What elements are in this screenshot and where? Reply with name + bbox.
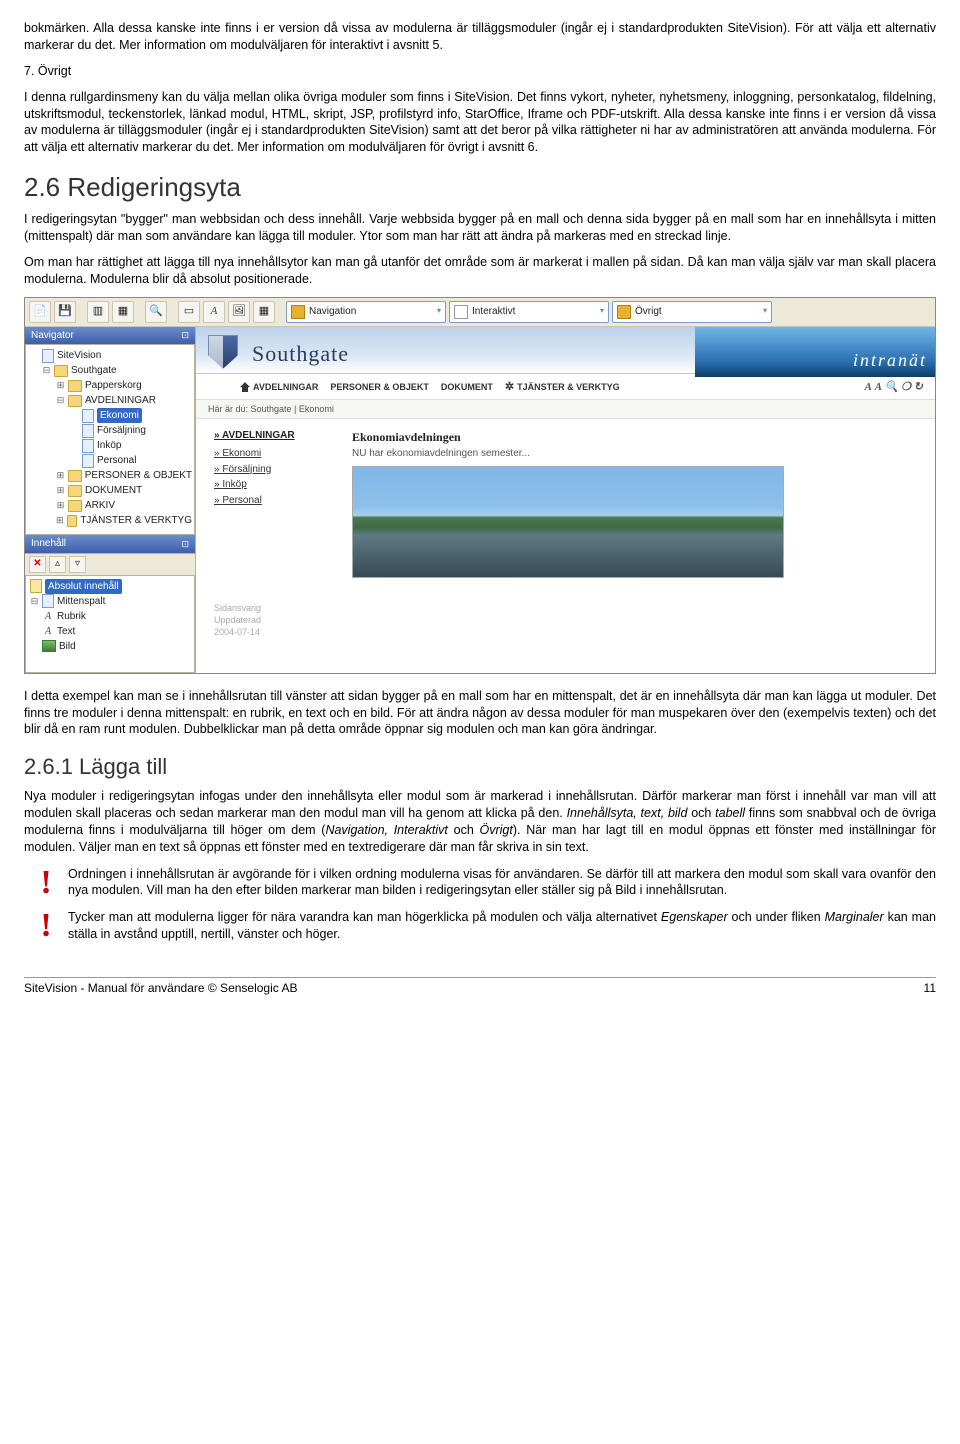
text-button[interactable]: A [203, 301, 225, 323]
home-icon [240, 382, 250, 392]
text-a-icon: A [42, 609, 54, 624]
dropdown-label: Interaktivt [472, 305, 515, 319]
page-subtext: NU har ekonomiavdelningen semester... [352, 447, 923, 461]
menu-item[interactable]: Inköp [214, 477, 334, 493]
heading-2-6-1: 2.6.1 Lägga till [24, 752, 936, 782]
interactive-dropdown[interactable]: Interaktivt ▾ [449, 301, 609, 323]
folder-icon [68, 395, 82, 407]
dropdown-label: Övrigt [635, 305, 662, 319]
page-icon [82, 424, 94, 438]
tabs-row: AVDELNINGAR PERSONER & OBJEKT DOKUMENT ✲… [196, 374, 935, 399]
site-tree[interactable]: SiteVision ⊟Southgate ⊞Papperskorg ⊟AVDE… [25, 344, 195, 535]
folder-icon [68, 500, 82, 512]
paragraph: bokmärken. Alla dessa kanske inte finns … [24, 20, 936, 54]
layout-icon [42, 594, 54, 608]
main-preview: intranät Southgate AVDELNINGAR PERSONER … [196, 327, 935, 673]
paragraph: I detta exempel kan man se i innehållsru… [24, 688, 936, 739]
menu-item[interactable]: Försäljning [214, 462, 334, 478]
other-icon [617, 305, 631, 319]
navigator-panel-title: Navigator ⊡ [25, 327, 195, 345]
innehall-panel-title: Innehåll ⊡ [25, 535, 195, 553]
add-module-button[interactable]: ▭ [178, 301, 200, 323]
panel-collapse-icon[interactable]: ⊡ [181, 538, 189, 550]
toolbar: 📄 💾 ▥ ▦ 🔍 ▭ A 🖼 ▦ Navigation ▾ Interakti… [25, 298, 935, 327]
page-icon [82, 439, 94, 453]
folder-icon [54, 365, 68, 377]
brand-title: Southgate [252, 339, 349, 369]
folder-icon [68, 470, 82, 482]
menu-heading: » AVDELNINGAR [214, 429, 334, 443]
folder-icon [68, 485, 82, 497]
subheading: 7. Övrigt [24, 63, 936, 80]
new-page-button[interactable]: 📄 [29, 301, 51, 323]
menu-item[interactable]: Ekonomi [214, 446, 334, 462]
page-photo [352, 466, 784, 578]
shield-logo [208, 335, 238, 369]
folder-icon [68, 380, 82, 392]
left-panel: Navigator ⊡ SiteVision ⊟Southgate ⊞Pappe… [25, 327, 196, 673]
gear-icon: ✲ [505, 380, 514, 395]
tab-dokument[interactable]: DOKUMENT [441, 381, 493, 393]
chevron-down-icon: ▾ [753, 306, 767, 317]
side-menu[interactable]: » AVDELNINGAR Ekonomi Försäljning Inköp … [214, 429, 334, 579]
folder-icon [67, 515, 78, 527]
site-icon [42, 349, 54, 363]
table-insert-button[interactable]: ▦ [253, 301, 275, 323]
text-size-controls[interactable]: A A 🔍 ❍ ↻ [865, 380, 923, 395]
editor-screenshot: 📄 💾 ▥ ▦ 🔍 ▭ A 🖼 ▦ Navigation ▾ Interakti… [24, 297, 936, 674]
delete-button[interactable]: ✕ [29, 556, 46, 573]
text-a-icon: A [42, 624, 54, 639]
exclamation-icon: ! [24, 909, 68, 942]
note-text: Ordningen i innehållsrutan är avgörande … [68, 866, 936, 900]
innehall-toolbar: ✕ ▵ ▿ [25, 553, 195, 575]
tab-avdelningar[interactable]: AVDELNINGAR [240, 381, 318, 393]
image-icon [42, 640, 56, 652]
chevron-down-icon: ▾ [590, 306, 604, 317]
page-footer: SiteVision - Manual för användare © Sens… [24, 977, 936, 996]
table-button[interactable]: ▦ [112, 301, 134, 323]
paragraph: I denna rullgardinsmeny kan du välja mel… [24, 89, 936, 157]
tab-personer[interactable]: PERSONER & OBJEKT [330, 381, 429, 393]
page-icon [82, 454, 94, 468]
nav-icon [291, 305, 305, 319]
panel-collapse-icon[interactable]: ⊡ [181, 329, 189, 341]
move-down-button[interactable]: ▿ [69, 556, 86, 573]
layout-button[interactable]: ▥ [87, 301, 109, 323]
selected-node: Ekonomi [97, 408, 142, 423]
paragraph: I redigeringsytan "bygger" man webbsidan… [24, 211, 936, 245]
paragraph: Om man har rättighet att lägga till nya … [24, 254, 936, 288]
footer-left: SiteVision - Manual för användare © Sens… [24, 980, 297, 996]
heading-2-6: 2.6 Redigeringsyta [24, 170, 936, 205]
important-note: ! Tycker man att modulerna ligger för nä… [24, 909, 936, 943]
content-tree[interactable]: Absolut innehåll ⊟Mittenspalt ARubrik AT… [25, 575, 195, 673]
important-note: ! Ordningen i innehållsrutan är avgörand… [24, 866, 936, 900]
note-text: Tycker man att modulerna ligger för nära… [68, 909, 936, 943]
navigation-dropdown[interactable]: Navigation ▾ [286, 301, 446, 323]
page-meta: Sidansvarig Uppdaterad 2004-07-14 [196, 596, 935, 638]
page-heading: Ekonomiavdelningen [352, 429, 923, 445]
menu-item[interactable]: Personal [214, 493, 334, 509]
dropdown-label: Navigation [309, 305, 356, 319]
tab-tjanster[interactable]: ✲TJÄNSTER & VERKTYG [505, 380, 620, 395]
other-dropdown[interactable]: Övrigt ▾ [612, 301, 772, 323]
selected-content: Absolut innehåll [45, 579, 122, 594]
chevron-down-icon: ▾ [427, 306, 441, 317]
move-up-button[interactable]: ▵ [49, 556, 66, 573]
interactive-icon [454, 305, 468, 319]
page-number: 11 [924, 980, 936, 996]
page-icon [82, 409, 94, 423]
breadcrumb: Här är du: Southgate | Ekonomi [196, 399, 935, 419]
page-content: Ekonomiavdelningen NU har ekonomiavdelni… [352, 429, 923, 579]
image-button[interactable]: 🖼 [228, 301, 250, 323]
search-button[interactable]: 🔍 [145, 301, 167, 323]
save-button[interactable]: 💾 [54, 301, 76, 323]
banner: intranät [695, 327, 935, 377]
paragraph: Nya moduler i redigeringsytan infogas un… [24, 788, 936, 856]
layout-icon [30, 579, 42, 593]
exclamation-icon: ! [24, 866, 68, 899]
